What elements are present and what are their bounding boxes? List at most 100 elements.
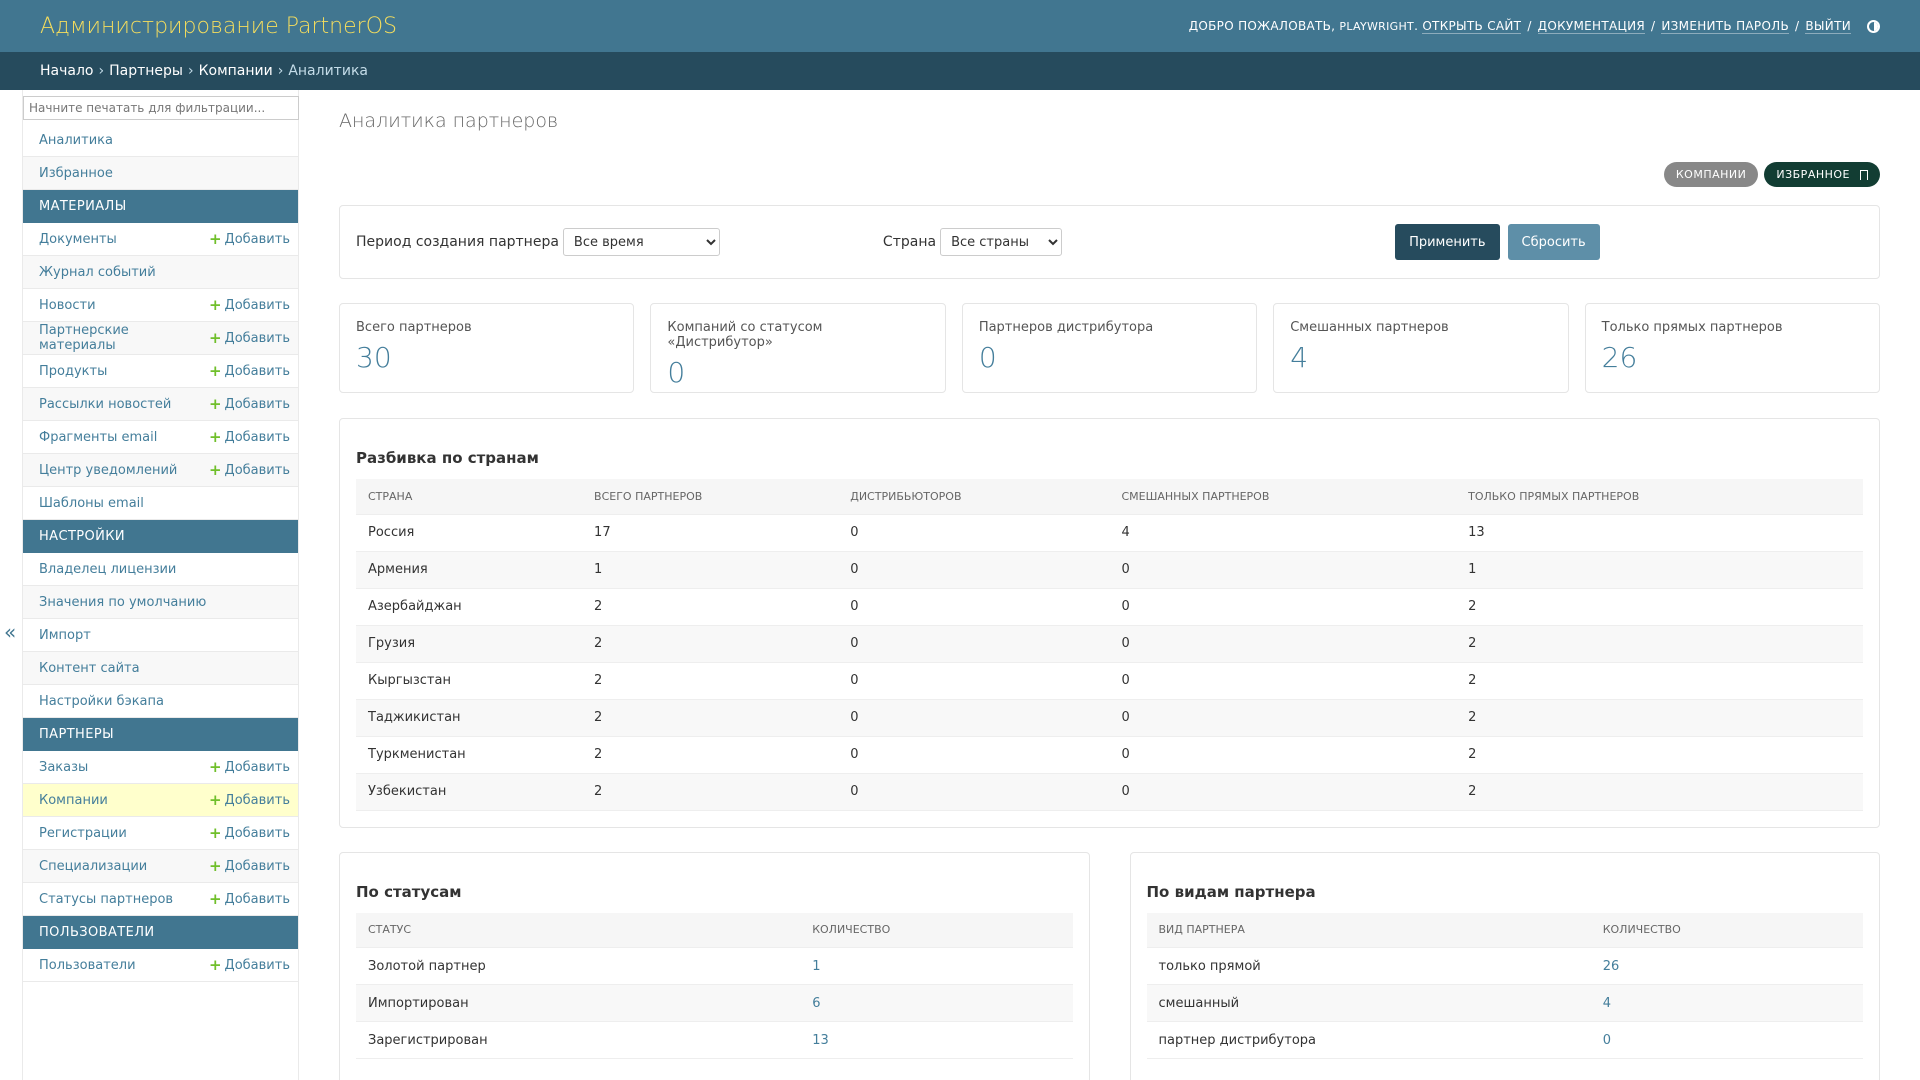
add-button[interactable]: + Добавить <box>209 396 290 412</box>
table-cell: 0 <box>1109 736 1457 774</box>
add-button[interactable]: + Добавить <box>209 957 290 973</box>
reset-button[interactable]: Сбросить <box>1507 224 1600 260</box>
sidebar-item-label[interactable]: Компании <box>39 793 108 808</box>
stat-distributor-companies: Компаний со статусом «Дистрибутор» 0 <box>650 303 946 393</box>
sidebar-section-settings[interactable]: НАСТРОЙКИ <box>23 520 298 553</box>
add-button[interactable]: + Добавить <box>209 792 290 808</box>
table-cell: 2 <box>1456 625 1863 663</box>
add-button[interactable]: + Добавить <box>208 889 290 908</box>
nav-filter-input[interactable] <box>23 96 299 120</box>
sidebar-item-label[interactable]: Избранное <box>39 166 113 181</box>
breadcrumb-partners[interactable]: Партнеры <box>109 63 183 79</box>
theme-toggle-icon[interactable] <box>1867 19 1880 33</box>
add-button[interactable]: + Добавить <box>209 462 290 478</box>
sidebar-item-companies[interactable]: Компании + Добавить <box>23 784 298 817</box>
user-tools: ДОБРО ПОЖАЛОВАТЬ, PLAYWRIGHT. ОТКРЫТЬ СА… <box>1189 19 1880 34</box>
sidebar-item-label[interactable]: Значения по умолчанию <box>39 595 206 610</box>
add-button[interactable]: + Добавить <box>209 825 290 841</box>
apply-button[interactable]: Применить <box>1395 224 1500 260</box>
sidebar-item-defaults[interactable]: Значения по умолчанию <box>23 586 298 619</box>
sidebar-item-import[interactable]: Импорт <box>23 619 298 652</box>
add-button[interactable]: + Добавить <box>209 858 290 874</box>
sidebar-item-label[interactable]: Регистрации <box>39 826 127 841</box>
sidebar-item-label[interactable]: Новости <box>39 298 96 313</box>
table-row: Золотой партнер 1 <box>356 947 1073 985</box>
sidebar-item-specializations[interactable]: Специализации + Добавить <box>23 850 298 883</box>
sidebar-item-label[interactable]: Аналитика <box>39 133 113 148</box>
add-button[interactable]: + Добавить <box>209 429 290 445</box>
sidebar-item-newsletters[interactable]: Рассылки новостей + Добавить <box>23 388 298 421</box>
stat-value: 0 <box>978 341 997 374</box>
sidebar-item-label[interactable]: Фрагменты email <box>39 430 157 445</box>
period-select[interactable]: Все время <box>562 228 720 256</box>
separator: / <box>1795 19 1800 33</box>
sidebar-item-favorites[interactable]: Избранное <box>23 157 298 190</box>
sidebar-item-label[interactable]: Владелец лицензии <box>39 562 176 577</box>
sidebar-item-notification-center[interactable]: Центр уведомлений + Добавить <box>23 454 298 487</box>
sidebar-item-analytics[interactable]: Аналитика <box>23 124 298 157</box>
logout-link[interactable]: ВЫЙТИ <box>1805 19 1851 34</box>
sidebar-item-license-owner[interactable]: Владелец лицензии <box>23 553 298 586</box>
site-name[interactable]: Администрирование PartnerOS <box>40 14 397 39</box>
add-button[interactable]: + Добавить <box>209 231 290 247</box>
sidebar-section-users[interactable]: ПОЛЬЗОВАТЕЛИ <box>23 916 298 949</box>
sidebar-item-products[interactable]: Продукты + Добавить <box>23 355 298 388</box>
sidebar-item-orders[interactable]: Заказы + Добавить <box>23 751 298 784</box>
sidebar-item-label[interactable]: Центр уведомлений <box>39 463 177 478</box>
favorites-button[interactable]: ИЗБРАННОЕ <box>1764 162 1880 187</box>
sidebar-item-partner-materials[interactable]: Партнерские материалы + Добавить <box>23 322 298 355</box>
sidebar-item-label[interactable]: Шаблоны email <box>39 496 144 511</box>
count-link[interactable]: 4 <box>1603 996 1611 1011</box>
add-button[interactable]: + Добавить <box>209 363 290 379</box>
sidebar-item-label[interactable]: Журнал событий <box>39 265 156 280</box>
sidebar-item-label[interactable]: Специализации <box>39 859 147 874</box>
sidebar-item-label[interactable]: Продукты <box>39 364 107 379</box>
sidebar-item-label[interactable]: Партнерские материалы <box>39 323 209 353</box>
sidebar-item-documents[interactable]: Документы + Добавить <box>23 223 298 256</box>
sidebar-section-partners[interactable]: ПАРТНЕРЫ <box>23 718 298 751</box>
table-row: смешанный 4 <box>1146 984 1863 1022</box>
add-button[interactable]: + Добавить <box>209 759 290 775</box>
sidebar-item-label[interactable]: Контент сайта <box>39 661 140 676</box>
add-button[interactable]: + Добавить <box>209 297 290 313</box>
breadcrumb-companies[interactable]: Компании <box>199 63 273 79</box>
sidebar-item-label[interactable]: Настройки бэкапа <box>39 694 164 709</box>
sidebar-item-event-log[interactable]: Журнал событий <box>23 256 298 289</box>
count-link[interactable]: 6 <box>812 996 820 1011</box>
sidebar: Аналитика Избранное МАТЕРИАЛЫ Документы +… <box>22 90 299 1080</box>
sidebar-item-partner-statuses[interactable]: Статусы партнеров + Добавить <box>23 883 298 916</box>
sidebar-item-label[interactable]: Заказы <box>39 760 88 775</box>
sidebar-item-users[interactable]: Пользователи + Добавить <box>23 949 298 982</box>
collapse-sidebar-icon[interactable]: « <box>4 620 16 644</box>
section-title: Разбивка по странам <box>356 449 539 467</box>
sidebar-item-site-content[interactable]: Контент сайта <box>23 652 298 685</box>
count-link[interactable]: 0 <box>1603 1033 1611 1048</box>
sidebar-item-email-templates[interactable]: Шаблоны email <box>23 487 298 520</box>
count-link[interactable]: 26 <box>1603 959 1620 974</box>
sidebar-item-news[interactable]: Новости + Добавить <box>23 289 298 322</box>
sidebar-item-label[interactable]: Рассылки новостей <box>39 397 171 412</box>
sidebar-section-materials[interactable]: МАТЕРИАЛЫ <box>23 190 298 223</box>
main-content: Аналитика партнеров КОМПАНИИ ИЗБРАННОЕ П… <box>299 90 1920 1080</box>
view-site-link[interactable]: ОТКРЫТЬ САЙТ <box>1422 19 1522 34</box>
table-row: Армения 1 0 0 1 <box>356 551 1863 589</box>
sidebar-item-email-fragments[interactable]: Фрагменты email + Добавить <box>23 421 298 454</box>
add-button[interactable]: + Добавить <box>209 330 290 346</box>
column-header: СМЕШАННЫХ ПАРТНЕРОВ <box>1109 479 1457 515</box>
count-link[interactable]: 1 <box>812 959 820 974</box>
change-password-link[interactable]: ИЗМЕНИТЬ ПАРОЛЬ <box>1661 19 1790 34</box>
country-select[interactable]: Все страны <box>940 228 1063 256</box>
sidebar-item-label[interactable]: Импорт <box>39 628 91 643</box>
documentation-link[interactable]: ДОКУМЕНТАЦИЯ <box>1537 19 1646 34</box>
breadcrumb-home[interactable]: Начало <box>40 63 93 79</box>
username: PLAYWRIGHT <box>1339 19 1415 33</box>
sidebar-item-label[interactable]: Документы <box>39 232 117 247</box>
table-cell: 2 <box>582 773 839 811</box>
sidebar-item-backup-settings[interactable]: Настройки бэкапа <box>23 685 298 718</box>
sidebar-item-label[interactable]: Пользователи <box>39 958 136 973</box>
companies-button[interactable]: КОМПАНИИ <box>1663 162 1759 187</box>
count-link[interactable]: 13 <box>812 1033 829 1048</box>
sidebar-item-label[interactable]: Статусы партнеров <box>39 892 173 907</box>
plus-icon: + <box>208 889 222 908</box>
sidebar-item-registrations[interactable]: Регистрации + Добавить <box>23 817 298 850</box>
